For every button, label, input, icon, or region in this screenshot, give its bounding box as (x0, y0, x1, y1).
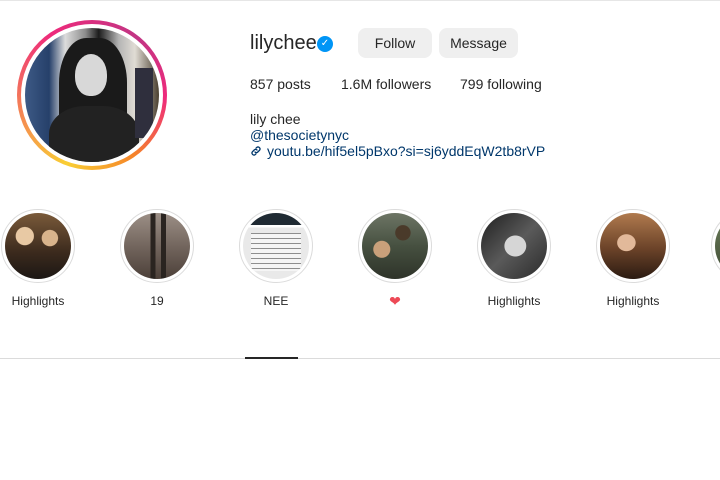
highlight-label: Highlights (487, 294, 541, 308)
highlight-cover (124, 213, 190, 279)
highlight-item-partial[interactable] (711, 209, 720, 283)
top-border (0, 0, 720, 1)
bio-link-text: youtu.be/hif5el5pBxo?si=sj6yddEqW2tb8rVP (267, 143, 546, 159)
posts-count: 857 posts (250, 76, 311, 92)
heart-icon: ❤ (389, 293, 401, 309)
highlight-item[interactable]: ❤ (355, 209, 435, 309)
highlight-label: Highlights (606, 294, 660, 308)
message-button[interactable]: Message (439, 28, 518, 58)
bio-link[interactable]: youtu.be/hif5el5pBxo?si=sj6yddEqW2tb8rVP (250, 143, 545, 159)
highlight-item[interactable]: NEE (236, 209, 316, 308)
link-icon (251, 146, 261, 156)
following-link[interactable]: 799 following (460, 76, 542, 92)
highlight-cover (243, 213, 309, 279)
profile-full-name: lily chee (250, 111, 301, 127)
highlight-cover (600, 213, 666, 279)
highlight-label: 19 (150, 294, 164, 308)
highlight-cover (5, 213, 71, 279)
active-tab-indicator (245, 357, 298, 359)
verified-badge-icon: ✓ (317, 36, 333, 52)
tabs-divider (0, 358, 720, 359)
highlight-cover (481, 213, 547, 279)
highlight-item[interactable]: Highlights (593, 209, 673, 308)
highlight-cover (715, 213, 720, 279)
followers-link[interactable]: 1.6M followers (341, 76, 431, 92)
follow-button[interactable]: Follow (358, 28, 432, 58)
highlight-item[interactable]: Highlights (0, 209, 78, 308)
profile-avatar[interactable] (17, 20, 167, 170)
highlight-cover (362, 213, 428, 279)
highlight-label: Highlights (11, 294, 65, 308)
highlight-label: ❤ (355, 294, 435, 309)
highlight-item[interactable]: Highlights (474, 209, 554, 308)
profile-username: lilychee (250, 32, 317, 54)
highlight-label: NEE (263, 294, 289, 308)
avatar-photo (25, 28, 159, 162)
highlight-item[interactable]: 19 (117, 209, 197, 308)
tagged-handle-link[interactable]: @thesocietynyc (250, 127, 349, 143)
